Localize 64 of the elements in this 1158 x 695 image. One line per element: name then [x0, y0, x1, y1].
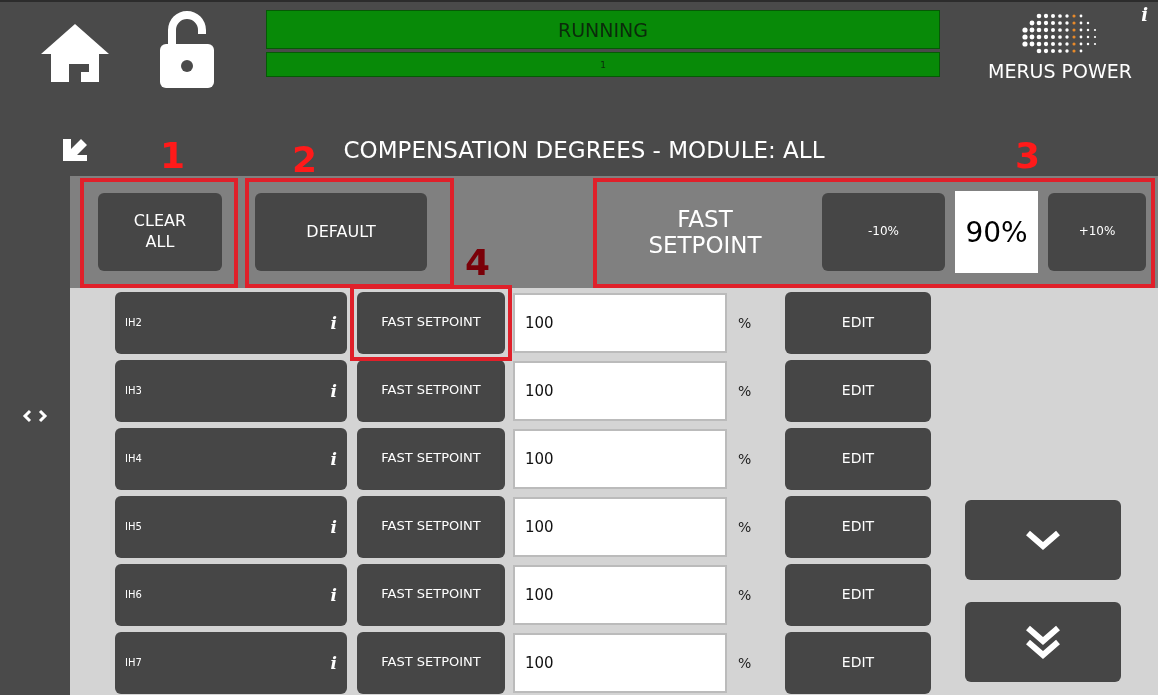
mode-button[interactable]: FAST SETPOINT: [357, 563, 505, 626]
unit-label: %: [737, 586, 753, 603]
fast-setpoint-label: FAST SETPOINT: [647, 205, 763, 259]
annotation-number: 2: [292, 142, 318, 178]
info-icon: i: [330, 380, 337, 401]
decrease-button[interactable]: -10%: [822, 193, 945, 271]
arrow-down-left-icon[interactable]: [61, 136, 89, 163]
harmonic-name: IH7: [125, 657, 142, 668]
value-field[interactable]: 100: [513, 292, 727, 353]
info-icon[interactable]: i: [1141, 4, 1148, 25]
scroll-down-button[interactable]: [965, 500, 1121, 580]
value-field[interactable]: 100: [513, 632, 727, 693]
mode-button[interactable]: FAST SETPOINT: [357, 631, 505, 694]
annotation-number: 1: [160, 138, 186, 174]
harmonic-name: IH3: [125, 385, 142, 396]
double-chevron-down-icon: [1025, 625, 1061, 659]
unit-label: %: [737, 518, 753, 535]
mode-button[interactable]: FAST SETPOINT: [357, 291, 505, 354]
unit-label: %: [737, 654, 753, 671]
home-icon[interactable]: [39, 22, 111, 84]
harmonic-button[interactable]: IH3 i: [115, 359, 347, 422]
page-title: COMPENSATION DEGREES - MODULE: ALL: [343, 136, 825, 163]
edit-button[interactable]: EDIT: [785, 495, 931, 558]
annotation-number: 3: [1015, 138, 1041, 174]
mode-button[interactable]: FAST SETPOINT: [357, 359, 505, 422]
value-field[interactable]: 100: [513, 428, 727, 489]
harmonic-button[interactable]: IH2 i: [115, 291, 347, 354]
mode-button[interactable]: FAST SETPOINT: [357, 495, 505, 558]
info-icon: i: [330, 312, 337, 333]
edit-button[interactable]: EDIT: [785, 291, 931, 354]
annotation-number: 4: [465, 245, 491, 281]
default-button[interactable]: DEFAULT: [255, 193, 427, 271]
harmonic-button[interactable]: IH5 i: [115, 495, 347, 558]
logo-text: MERUS POWER: [988, 60, 1132, 82]
info-icon: i: [330, 516, 337, 537]
value-field[interactable]: 100: [513, 360, 727, 421]
edit-button[interactable]: EDIT: [785, 563, 931, 626]
scroll-bottom-button[interactable]: [965, 602, 1121, 682]
clear-all-button[interactable]: CLEAR ALL: [98, 193, 222, 271]
harmonic-button[interactable]: IH7 i: [115, 631, 347, 694]
harmonic-button[interactable]: IH6 i: [115, 563, 347, 626]
harmonic-name: IH5: [125, 521, 142, 532]
left-right-chevrons-icon[interactable]: [22, 408, 48, 423]
status-detail: 1: [266, 52, 940, 77]
harmonic-name: IH2: [125, 317, 142, 328]
value-field[interactable]: 100: [513, 496, 727, 557]
setpoint-value: 90%: [955, 191, 1038, 273]
edit-button[interactable]: EDIT: [785, 427, 931, 490]
harmonic-name: IH6: [125, 589, 142, 600]
edit-button[interactable]: EDIT: [785, 359, 931, 422]
mode-button[interactable]: FAST SETPOINT: [357, 427, 505, 490]
info-icon: i: [330, 448, 337, 469]
value-field[interactable]: 100: [513, 564, 727, 625]
harmonic-button[interactable]: IH4 i: [115, 427, 347, 490]
chevron-down-icon: [1025, 530, 1061, 550]
increase-button[interactable]: +10%: [1048, 193, 1146, 271]
edit-button[interactable]: EDIT: [785, 631, 931, 694]
info-icon: i: [330, 652, 337, 673]
info-icon: i: [330, 584, 337, 605]
unit-label: %: [737, 382, 753, 399]
unit-label: %: [737, 314, 753, 331]
unit-label: %: [737, 450, 753, 467]
harmonic-name: IH4: [125, 453, 142, 464]
status-bar: RUNNING: [266, 10, 940, 49]
